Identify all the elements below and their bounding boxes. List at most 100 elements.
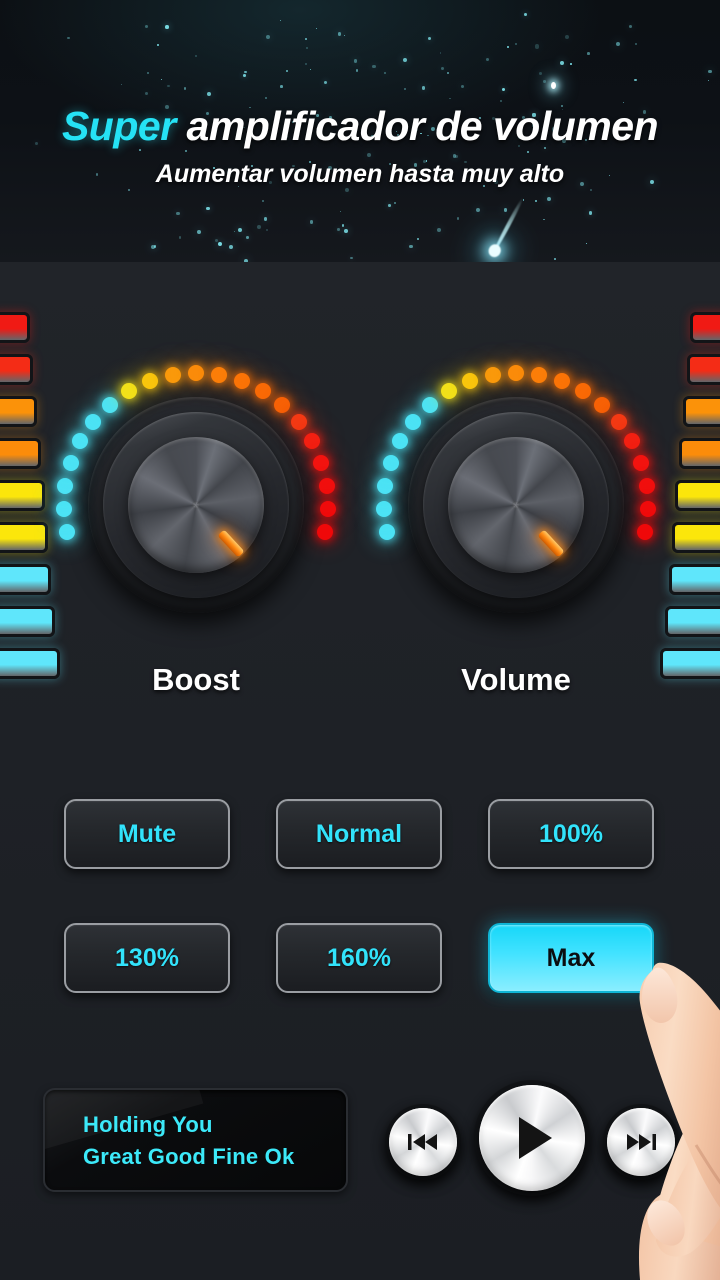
star-particle xyxy=(503,208,508,213)
star-particle xyxy=(553,257,556,260)
knob-led-indicator xyxy=(56,501,73,518)
star-particle xyxy=(265,228,269,232)
volume-knob-body[interactable] xyxy=(408,397,624,613)
track-display: Holding You Great Good Fine Ok xyxy=(43,1088,348,1192)
star-particle xyxy=(475,207,480,212)
star-particle xyxy=(447,72,450,75)
star-particle xyxy=(421,86,426,91)
knob-led-indicator xyxy=(554,373,570,390)
knob-led-indicator xyxy=(62,454,79,471)
star-particle xyxy=(526,151,529,154)
star-particle xyxy=(183,87,187,90)
star-particle xyxy=(161,78,163,80)
vu-meter-bar xyxy=(0,522,48,553)
star-particle xyxy=(309,220,314,224)
star-particle xyxy=(416,237,419,240)
star-particle xyxy=(372,64,376,68)
star-particle xyxy=(233,230,235,233)
star-particle xyxy=(339,210,341,212)
previous-track-button[interactable] xyxy=(385,1104,461,1180)
knob-led-indicator xyxy=(638,477,655,494)
star-particle xyxy=(150,245,155,250)
knob-led-indicator xyxy=(188,365,204,381)
knob-led-indicator xyxy=(57,477,74,494)
star-particle xyxy=(500,99,503,102)
skip-backward-icon xyxy=(408,1134,437,1150)
preset-button-mute[interactable]: Mute xyxy=(64,799,230,869)
preset-button-160[interactable]: 160% xyxy=(276,923,442,993)
vu-meter-bar xyxy=(683,396,720,427)
star-particle xyxy=(280,85,283,88)
preset-button-130[interactable]: 130% xyxy=(64,923,230,993)
star-particle xyxy=(587,52,590,55)
star-particle xyxy=(305,38,307,40)
vu-meter-bar xyxy=(669,564,720,595)
star-particle xyxy=(616,41,621,46)
star-particle xyxy=(316,27,318,29)
boost-knob[interactable] xyxy=(46,355,346,655)
star-particle xyxy=(569,62,572,65)
star-particle xyxy=(448,97,451,100)
star-particle xyxy=(439,52,442,54)
knob-led-indicator xyxy=(484,367,501,384)
star-particle xyxy=(535,44,540,49)
knob-led-indicator xyxy=(378,524,395,541)
knob-led-indicator xyxy=(531,367,548,384)
knob-led-indicator xyxy=(120,383,137,400)
star-particle xyxy=(388,204,391,207)
star-particle xyxy=(305,46,308,49)
knob-led-indicator xyxy=(639,501,656,518)
vu-meter-bar xyxy=(679,438,720,469)
preset-button-normal[interactable]: Normal xyxy=(276,799,442,869)
boost-knob-body[interactable] xyxy=(88,397,304,613)
knob-led-indicator xyxy=(508,365,524,381)
star-particle xyxy=(323,81,327,85)
vu-meter-bar xyxy=(660,648,720,679)
vu-meter-bar xyxy=(0,480,45,511)
play-button[interactable] xyxy=(474,1080,590,1196)
knob-led-indicator xyxy=(376,501,393,518)
vu-meter-bar xyxy=(665,606,720,637)
star-particle xyxy=(246,236,250,239)
star-particle xyxy=(350,256,353,260)
star-particle xyxy=(67,36,70,39)
star-particle xyxy=(708,69,712,74)
knob-led-indicator xyxy=(313,454,330,471)
star-particle xyxy=(197,230,202,235)
vu-meter-bar xyxy=(0,354,33,385)
boost-knob-cap[interactable] xyxy=(128,437,264,573)
star-particle xyxy=(262,199,265,203)
knob-led-indicator xyxy=(72,433,89,450)
star-particle xyxy=(427,37,432,41)
star-particle xyxy=(383,71,387,75)
star-particle xyxy=(146,72,149,75)
volume-knob-label: Volume xyxy=(461,662,571,697)
star-particle xyxy=(337,32,342,36)
star-particle xyxy=(486,57,490,62)
star-particle xyxy=(344,34,346,36)
knob-led-indicator xyxy=(405,413,422,430)
star-particle xyxy=(409,244,413,249)
star-particle xyxy=(628,24,632,28)
knob-led-indicator xyxy=(274,397,291,414)
knob-led-indicator xyxy=(421,397,438,414)
vu-meter-bar xyxy=(672,522,720,553)
track-artist: Great Good Fine Ok xyxy=(83,1144,295,1169)
knob-led-indicator xyxy=(623,433,640,450)
volume-knob[interactable] xyxy=(366,355,666,655)
star-particle xyxy=(309,68,312,70)
star-particle xyxy=(559,61,564,66)
knob-led-indicator xyxy=(290,413,307,430)
star-particle xyxy=(228,244,233,249)
knob-position-indicator xyxy=(217,528,245,558)
star-particle xyxy=(285,69,288,72)
star-particle xyxy=(304,63,307,66)
star-particle xyxy=(393,202,396,205)
knob-led-indicator xyxy=(575,383,592,400)
star-particle xyxy=(522,199,525,201)
volume-knob-cap[interactable] xyxy=(448,437,584,573)
knob-led-indicator xyxy=(392,433,409,450)
star-particle xyxy=(341,224,345,227)
preset-button-100[interactable]: 100% xyxy=(488,799,654,869)
knob-position-indicator xyxy=(537,528,565,558)
